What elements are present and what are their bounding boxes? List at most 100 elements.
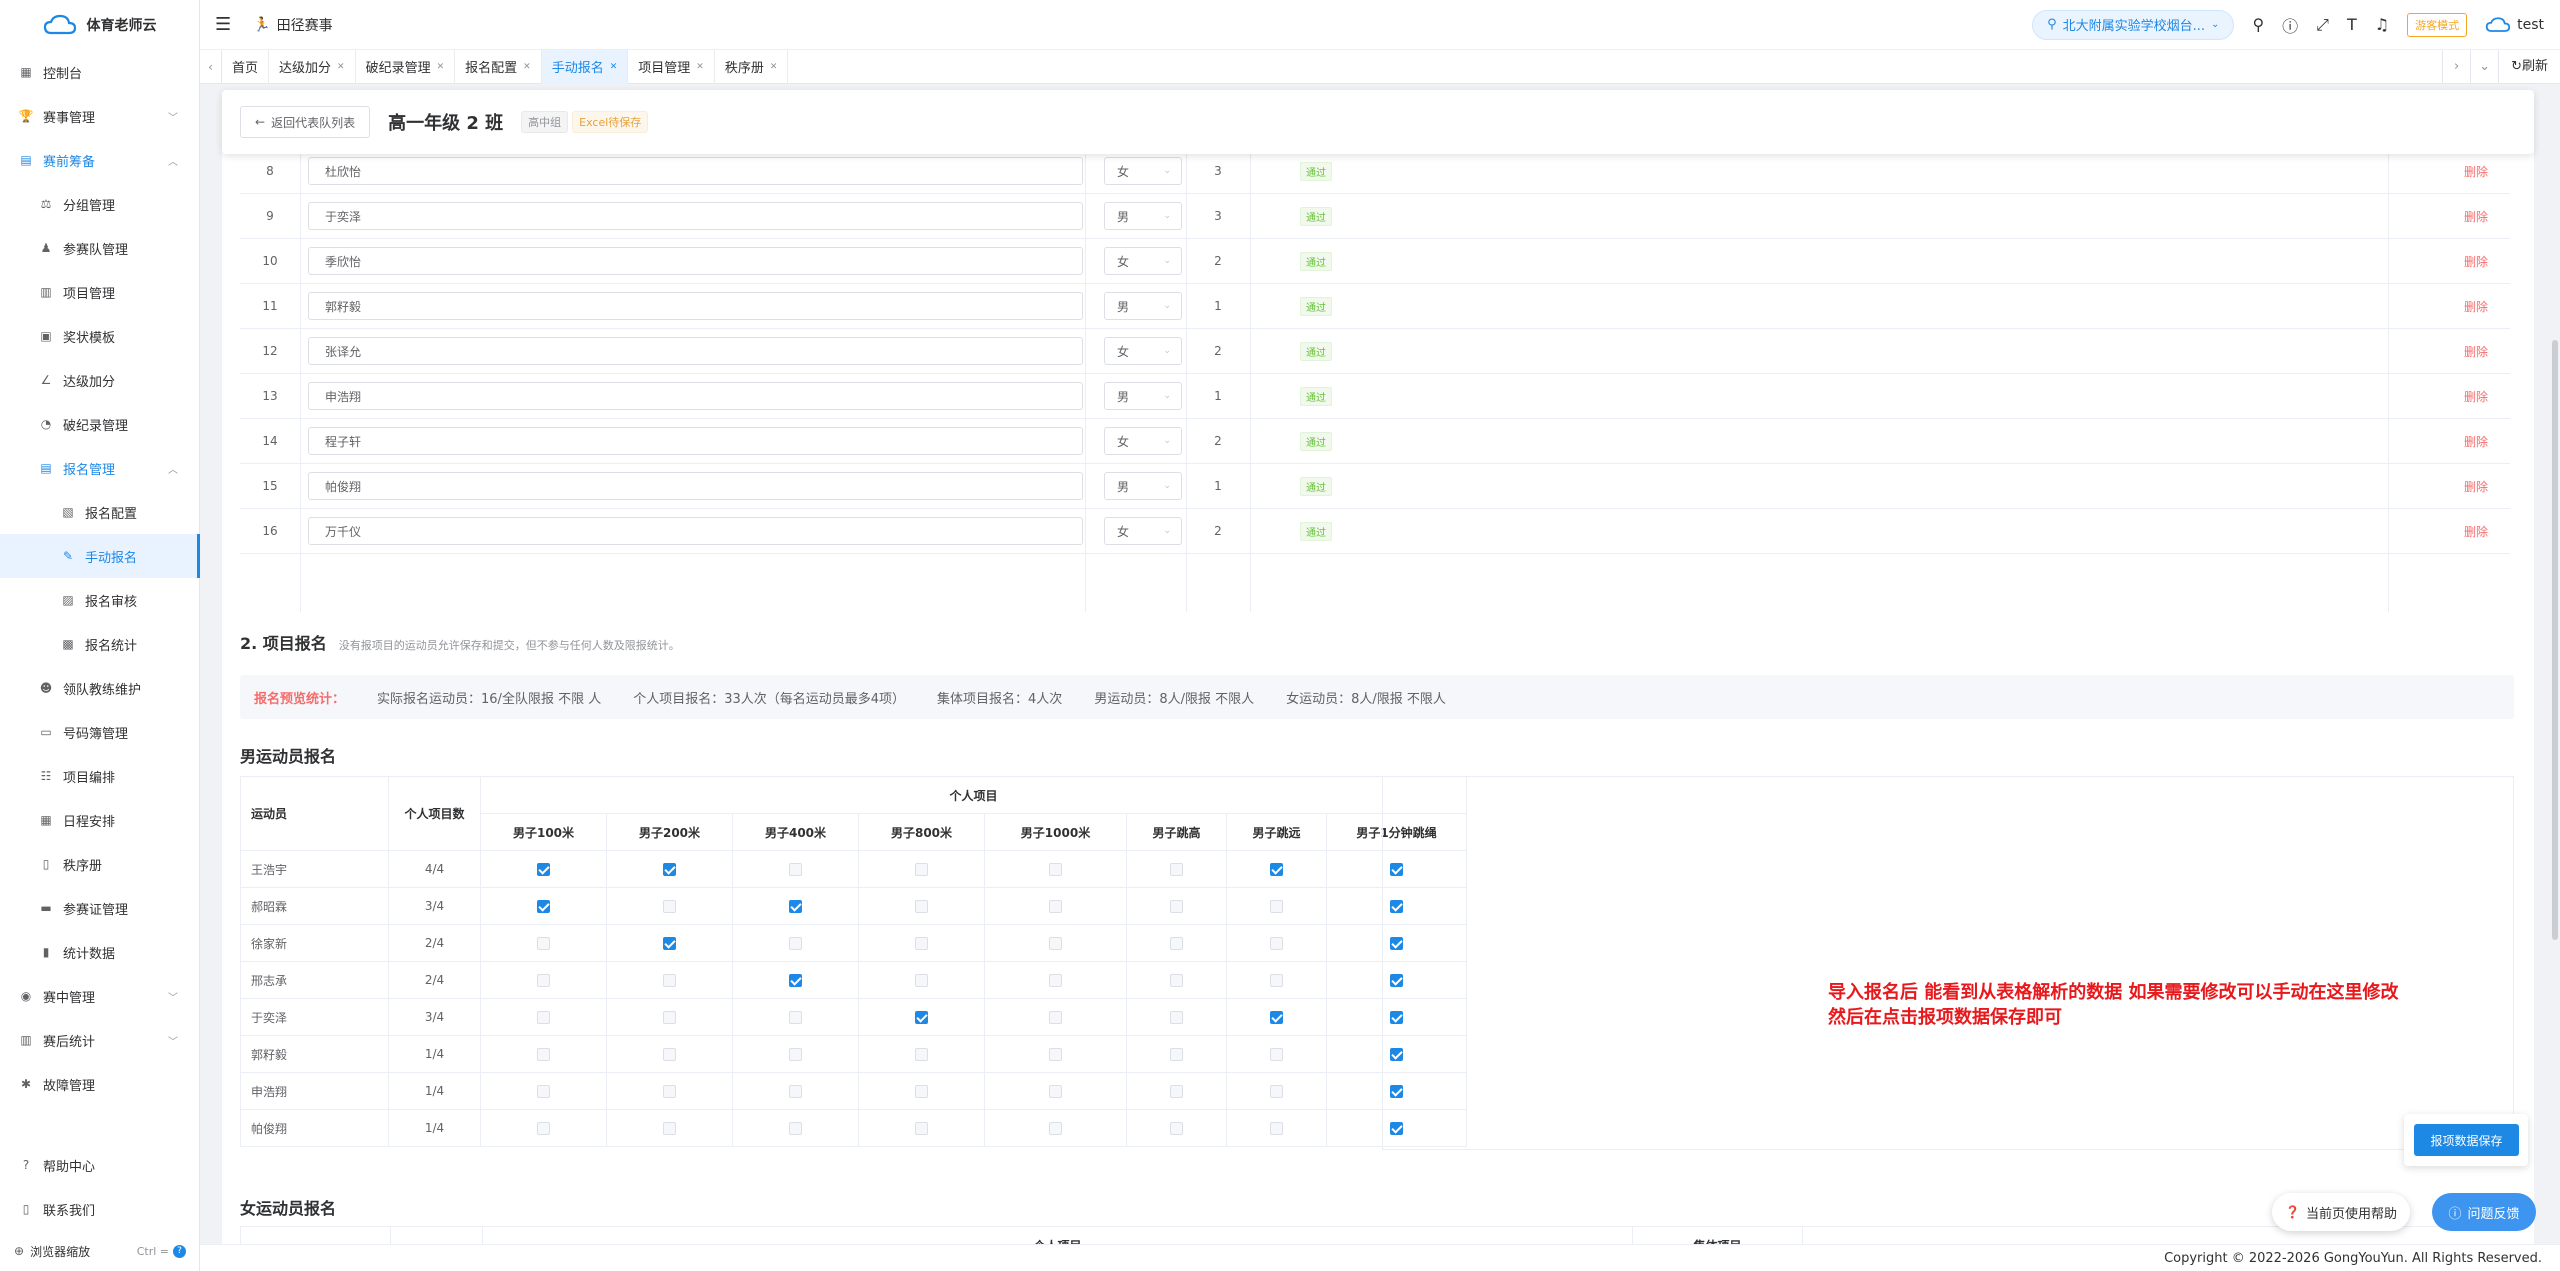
- event-checkbox[interactable]: [915, 1122, 928, 1135]
- event-checkbox[interactable]: [537, 1011, 550, 1024]
- close-icon[interactable]: ✕: [523, 62, 531, 72]
- save-registration-button[interactable]: 报项数据保存: [2414, 1124, 2519, 1156]
- menu-toggle-icon[interactable]: ☰: [215, 14, 231, 35]
- sidebar-item[interactable]: 🏆 赛事管理 ﹀: [0, 94, 200, 138]
- event-checkbox[interactable]: [1170, 1085, 1183, 1098]
- app-logo[interactable]: 体育老师云: [0, 0, 199, 50]
- school-selector[interactable]: ⚲ 北大附属实验学校烟台... ⌄: [2032, 9, 2235, 40]
- athlete-name-input[interactable]: 帕俊翔: [308, 472, 1083, 500]
- tab[interactable]: 报名配置 ✕: [455, 49, 542, 84]
- event-checkbox[interactable]: [1170, 974, 1183, 987]
- fullscreen-icon[interactable]: ⤢: [2316, 15, 2329, 35]
- sidebar-item[interactable]: ▤ 报名管理 ︿: [0, 446, 200, 490]
- close-icon[interactable]: ✕: [696, 62, 704, 72]
- sidebar-item[interactable]: ☻ 领队教练维护: [0, 666, 200, 710]
- event-checkbox[interactable]: [915, 1048, 928, 1061]
- sidebar-item[interactable]: ☷ 项目编排: [0, 754, 200, 798]
- close-icon[interactable]: ✕: [437, 62, 445, 72]
- event-checkbox[interactable]: [1049, 1122, 1062, 1135]
- event-checkbox[interactable]: [915, 937, 928, 950]
- event-checkbox[interactable]: [915, 1085, 928, 1098]
- event-checkbox[interactable]: [537, 1085, 550, 1098]
- event-checkbox[interactable]: [663, 1085, 676, 1098]
- event-checkbox[interactable]: [1049, 937, 1062, 950]
- event-checkbox[interactable]: [1170, 1048, 1183, 1061]
- tab-menu-chevron-icon[interactable]: ⌄: [2470, 49, 2498, 84]
- event-checkbox[interactable]: [1170, 900, 1183, 913]
- question-icon[interactable]: ?: [173, 1244, 186, 1258]
- gender-select[interactable]: 女 ⌄: [1104, 337, 1182, 365]
- event-checkbox[interactable]: [1049, 900, 1062, 913]
- gender-select[interactable]: 女 ⌄: [1104, 247, 1182, 275]
- event-checkbox[interactable]: [915, 974, 928, 987]
- event-checkbox[interactable]: [1170, 1122, 1183, 1135]
- event-checkbox[interactable]: [789, 1048, 802, 1061]
- event-checkbox[interactable]: [537, 1048, 550, 1061]
- event-checkbox[interactable]: [915, 863, 928, 876]
- delete-link[interactable]: 删除: [2464, 388, 2488, 405]
- gender-select[interactable]: 男 ⌄: [1104, 472, 1182, 500]
- event-checkbox[interactable]: [537, 863, 550, 876]
- athlete-name-input[interactable]: 张译允: [308, 337, 1083, 365]
- event-checkbox[interactable]: [1270, 863, 1283, 876]
- page-scrollbar[interactable]: [2552, 340, 2558, 940]
- delete-link[interactable]: 删除: [2464, 433, 2488, 450]
- event-checkbox[interactable]: [789, 900, 802, 913]
- event-checkbox[interactable]: [1049, 974, 1062, 987]
- sidebar-item[interactable]: ▭ 号码簿管理: [0, 710, 200, 754]
- event-checkbox[interactable]: [663, 1048, 676, 1061]
- event-checkbox[interactable]: [663, 974, 676, 987]
- athlete-name-input[interactable]: 于奕泽: [308, 202, 1083, 230]
- sidebar-item[interactable]: ♟ 参赛队管理: [0, 226, 200, 270]
- delete-link[interactable]: 删除: [2464, 163, 2488, 180]
- delete-link[interactable]: 删除: [2464, 208, 2488, 225]
- sidebar-item[interactable]: ▩ 报名统计: [0, 622, 200, 666]
- delete-link[interactable]: 删除: [2464, 478, 2488, 495]
- close-icon[interactable]: ✕: [610, 62, 618, 72]
- gender-select[interactable]: 女 ⌄: [1104, 427, 1182, 455]
- tab[interactable]: 破纪录管理 ✕: [356, 49, 456, 84]
- delete-link[interactable]: 删除: [2464, 343, 2488, 360]
- delete-link[interactable]: 删除: [2464, 298, 2488, 315]
- event-checkbox[interactable]: [663, 1122, 676, 1135]
- event-checkbox[interactable]: [663, 863, 676, 876]
- feedback-button[interactable]: ⓘ 问题反馈: [2432, 1193, 2536, 1231]
- search-icon[interactable]: ⚲: [2252, 15, 2264, 34]
- page-help-button[interactable]: ❓ 当前页使用帮助: [2272, 1193, 2410, 1231]
- event-checkbox[interactable]: [1049, 1048, 1062, 1061]
- sidebar-item[interactable]: ✱ 故障管理: [0, 1062, 200, 1106]
- sidebar-item[interactable]: ◔ 破纪录管理: [0, 402, 200, 446]
- sidebar-item[interactable]: ⚖ 分组管理: [0, 182, 200, 226]
- sidebar-item[interactable]: ▮ 统计数据: [0, 930, 200, 974]
- event-checkbox[interactable]: [1270, 1085, 1283, 1098]
- sidebar-item[interactable]: ▬ 参赛证管理: [0, 886, 200, 930]
- event-checkbox[interactable]: [1049, 1085, 1062, 1098]
- athlete-name-input[interactable]: 季欣怡: [308, 247, 1083, 275]
- athlete-name-input[interactable]: 申浩翔: [308, 382, 1083, 410]
- font-size-icon[interactable]: T: [2347, 15, 2357, 34]
- sidebar-item[interactable]: ▦ 控制台: [0, 50, 200, 94]
- event-checkbox[interactable]: [1170, 863, 1183, 876]
- close-icon[interactable]: ✕: [337, 62, 345, 72]
- delete-link[interactable]: 删除: [2464, 523, 2488, 540]
- sidebar-item[interactable]: ✎ 手动报名: [0, 534, 200, 578]
- event-checkbox[interactable]: [915, 900, 928, 913]
- event-checkbox[interactable]: [663, 1011, 676, 1024]
- event-checkbox[interactable]: [1270, 1011, 1283, 1024]
- tab[interactable]: 秩序册 ✕: [715, 49, 789, 84]
- event-checkbox[interactable]: [1049, 863, 1062, 876]
- sidebar-item[interactable]: ▥ 项目管理: [0, 270, 200, 314]
- help-icon[interactable]: ⓘ: [2282, 13, 2298, 37]
- close-icon[interactable]: ✕: [770, 62, 778, 72]
- event-checkbox[interactable]: [537, 900, 550, 913]
- tab-scroll-right-icon[interactable]: ›: [2442, 49, 2470, 84]
- delete-link[interactable]: 删除: [2464, 253, 2488, 270]
- event-checkbox[interactable]: [915, 1011, 928, 1024]
- event-checkbox[interactable]: [789, 974, 802, 987]
- gender-select[interactable]: 女 ⌄: [1104, 157, 1182, 185]
- sidebar-item[interactable]: ▤ 赛前筹备 ︿: [0, 138, 200, 182]
- event-checkbox[interactable]: [1270, 1048, 1283, 1061]
- sidebar-item[interactable]: ▨ 报名审核: [0, 578, 200, 622]
- athlete-name-input[interactable]: 杜欣怡: [308, 157, 1083, 185]
- user-menu[interactable]: test: [2485, 16, 2544, 34]
